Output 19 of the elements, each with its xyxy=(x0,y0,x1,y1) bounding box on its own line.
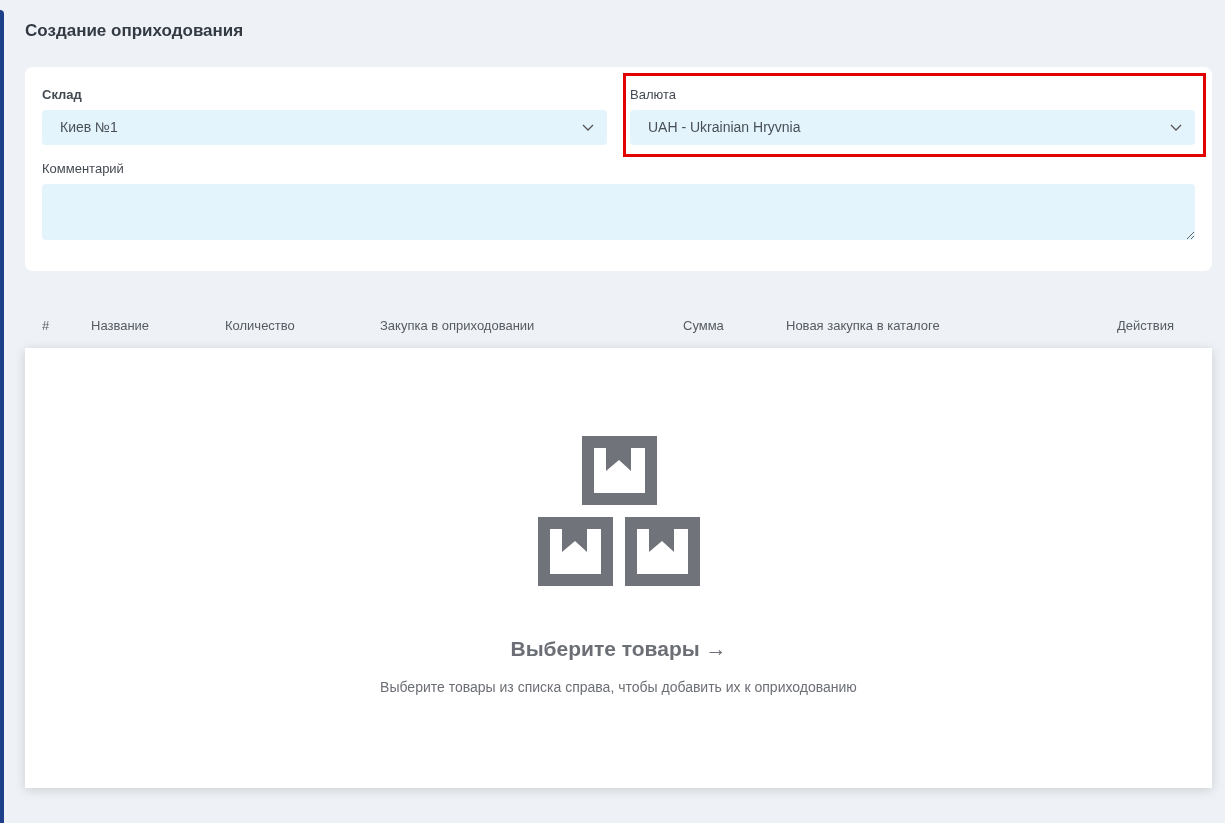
select-field[interactable]: UAH - Ukrainian Hryvnia xyxy=(630,110,1195,145)
column-header: # xyxy=(42,317,51,336)
column-header: Количество xyxy=(225,317,296,336)
empty-state-message: Выберите товары из списка справа, чтобы добавить их к оприходованию xyxy=(380,677,857,697)
column-header: Новая закупка в каталоге xyxy=(786,317,941,336)
column-header: Название xyxy=(91,317,151,336)
chevron-down-icon xyxy=(1170,124,1182,131)
field-label: Валюта xyxy=(630,87,677,103)
column-header: Закупка в оприходовании xyxy=(380,317,536,336)
chevron-down-icon xyxy=(582,124,594,131)
column-header: Сумма xyxy=(683,317,725,336)
column-header: Действия xyxy=(1117,317,1174,336)
select-field[interactable]: Киев №1 xyxy=(42,110,607,145)
comment-field[interactable] xyxy=(42,184,1195,240)
field-label: Комментарий xyxy=(42,161,125,177)
boxes-icon xyxy=(537,436,700,586)
empty-state-title: Выберите товары → xyxy=(510,636,727,662)
field-label: Склад xyxy=(42,87,83,103)
page-title: Создание оприходования xyxy=(25,20,245,41)
